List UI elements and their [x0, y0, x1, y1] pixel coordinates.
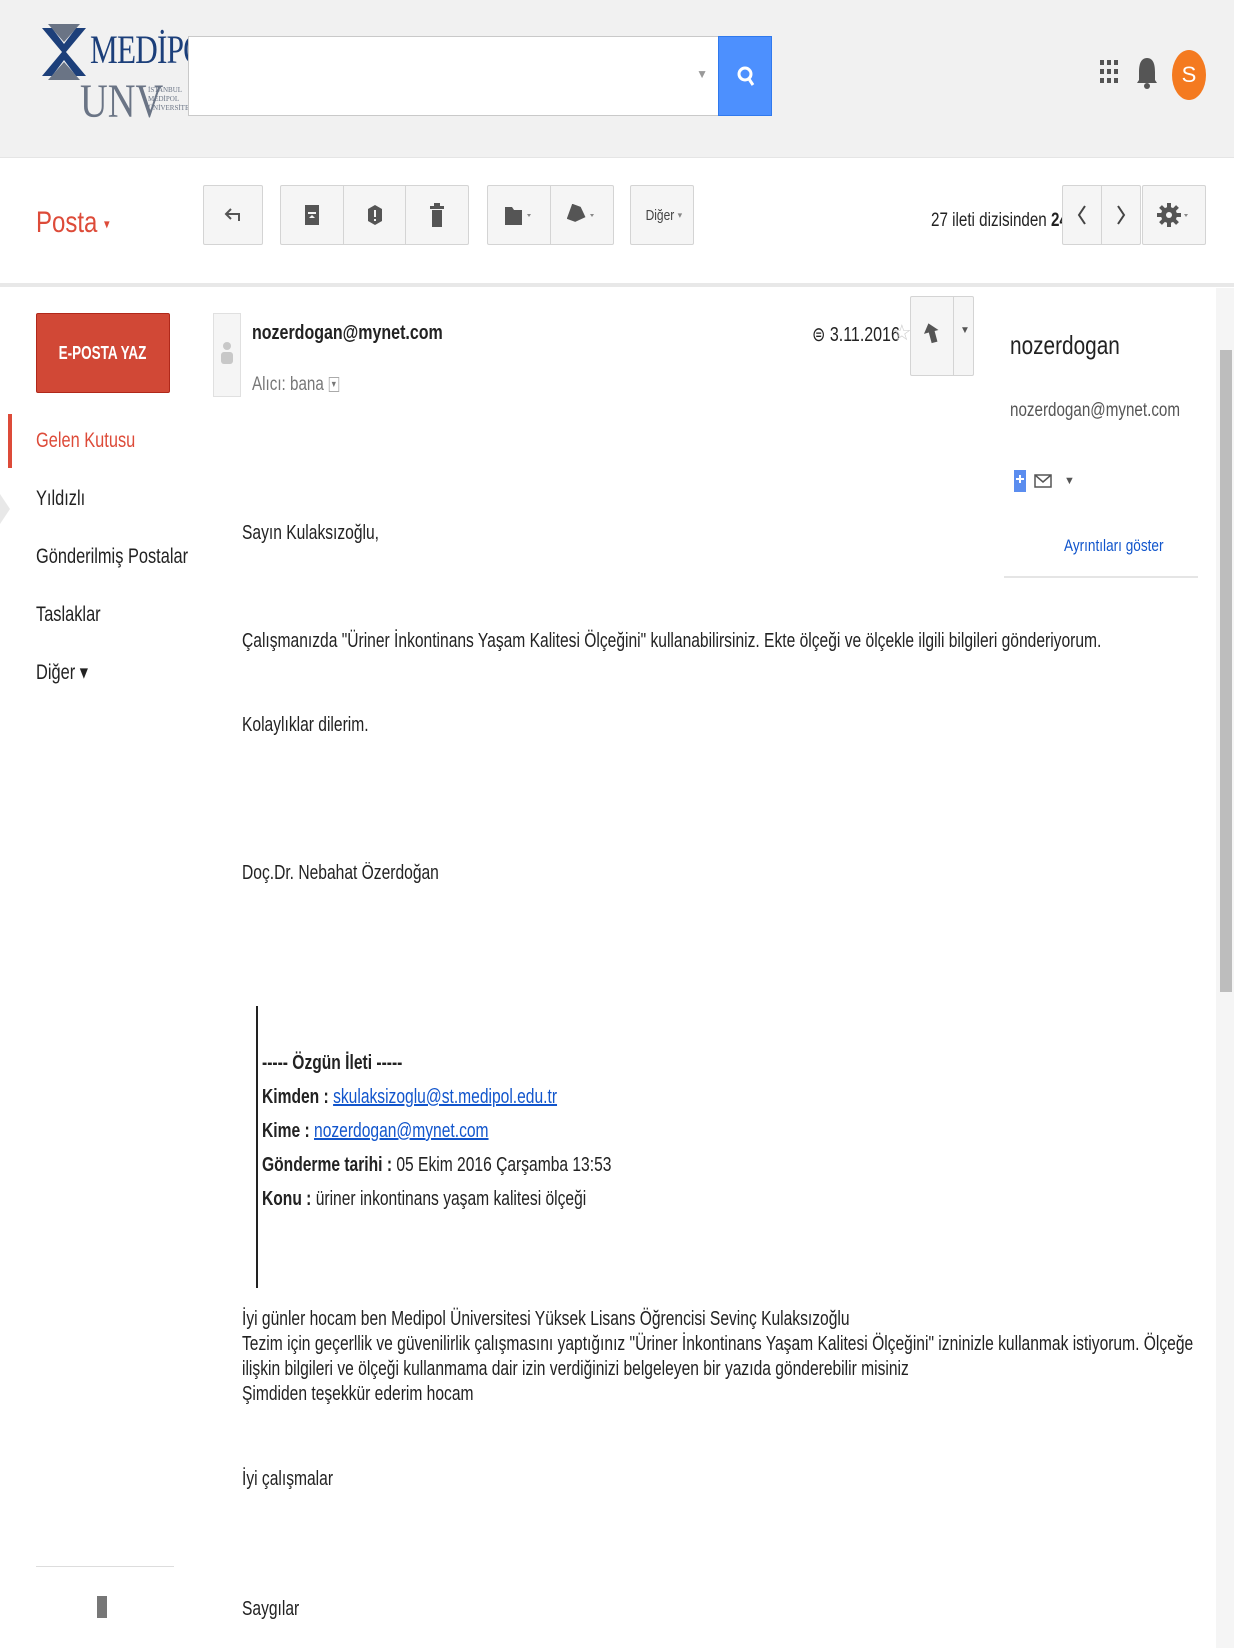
logo-subtitle: İSTANBUL MEDİPOL ÜNİVERSİTESİ [148, 86, 196, 112]
reply-button[interactable]: ▼ [910, 296, 974, 376]
quoted-to-link[interactable]: nozerdogan@mynet.com [314, 1120, 489, 1142]
body-paragraph-1: Çalışmanızda "Üriner İnkontinans Yaşam K… [242, 630, 1102, 652]
show-details-link[interactable]: Ayrıntıları göster [1064, 536, 1164, 556]
report-spam-button[interactable] [343, 185, 406, 245]
medipol-emblem-icon [42, 24, 86, 80]
sidebar-divider [36, 1566, 174, 1567]
recipient-details-dropdown-icon[interactable]: ▼ [328, 377, 340, 393]
search-icon [737, 66, 755, 86]
sidebar-item-sent[interactable]: Gönderilmiş Postalar [0, 528, 190, 586]
contact-name: nozerdogan [1010, 330, 1120, 360]
chevron-left-icon [1077, 205, 1086, 225]
contact-email: nozerdogan@mynet.com [1010, 400, 1181, 421]
message-date: ⊜ 3.11.2016 [812, 324, 900, 346]
message-toolbar: Posta ▾ Diğer ▾ 27 ileti dizisinden [0, 159, 1234, 287]
chevron-right-icon [1117, 205, 1126, 225]
original-line-1: İyi günler hocam ben Medipol Üniversites… [242, 1308, 850, 1330]
contact-options-chevron-icon[interactable]: ▼ [1064, 475, 1075, 487]
mail-menu[interactable]: Posta ▾ [36, 206, 110, 240]
labels-button[interactable] [550, 185, 614, 245]
quoted-title: ----- Özgün İleti ----- [262, 1052, 403, 1074]
chevron-down-icon: ▾ [677, 209, 683, 220]
person-silhouette-icon [221, 342, 233, 364]
google-plus-icon[interactable] [1014, 470, 1026, 492]
label-tag-icon [567, 204, 594, 222]
compose-button[interactable]: E-POSTA YAZ [36, 313, 170, 393]
quoted-subject: Konu : üriner inkontinans yaşam kalitesi… [262, 1188, 587, 1210]
search-box: ▼ [188, 36, 718, 116]
email-envelope-icon[interactable] [1034, 473, 1052, 489]
recipient-line: Alıcı: bana ▼ [252, 374, 340, 395]
move-to-button[interactable] [487, 185, 551, 245]
contact-actions: ▼ [1014, 470, 1075, 492]
mail-menu-label: Posta [36, 206, 98, 239]
more-actions-button[interactable]: Diğer ▾ [630, 185, 694, 245]
sender-avatar [213, 313, 241, 397]
quoted-from-link[interactable]: skulaksizoglu@st.medipol.edu.tr [333, 1086, 557, 1108]
archive-icon [305, 205, 319, 225]
delete-trash-icon [430, 203, 444, 227]
hangouts-icon[interactable] [97, 1596, 107, 1618]
search-button[interactable] [718, 36, 772, 116]
back-arrow-icon [224, 208, 240, 221]
star-icon[interactable]: ☆ [892, 320, 912, 346]
medipol-logo[interactable]: MEDİPOL UNV İSTANBUL MEDİPOL ÜNİVERSİTES… [38, 22, 224, 140]
sidebar-item-inbox[interactable]: Gelen Kutusu [0, 412, 190, 470]
sidebar-item-more[interactable]: Diğer ▾ [0, 644, 190, 702]
back-to-inbox-button[interactable] [203, 185, 263, 245]
quoted-from: Kimden : skulaksizoglu@st.medipol.edu.tr [262, 1086, 558, 1108]
search-options-caret-icon[interactable]: ▼ [696, 67, 708, 81]
notification-bell-icon[interactable] [1136, 56, 1158, 90]
report-spam-icon [367, 205, 382, 225]
original-line-2: Tezim için geçerllik ve güvenilirlik çal… [242, 1333, 1194, 1355]
original-line-4: Şimdiden teşekkür ederim hocam [242, 1383, 474, 1405]
sidebar-item-starred[interactable]: Yıldızlı [0, 470, 190, 528]
chevron-down-icon: ▾ [104, 215, 110, 232]
account-avatar[interactable]: S [1172, 50, 1206, 100]
apps-grid-icon[interactable] [1100, 60, 1120, 86]
settings-gear-icon [1157, 203, 1188, 227]
contact-divider [1004, 576, 1198, 578]
reply-options-chevron-icon[interactable]: ▼ [960, 325, 970, 336]
sidebar-nav: Gelen Kutusu Yıldızlı Gönderilmiş Postal… [0, 412, 190, 702]
more-actions-label: Diğer [645, 206, 675, 224]
pagination-counter: 27 ileti dizisinden 24. [931, 210, 1072, 231]
sender-email[interactable]: nozerdogan@mynet.com [252, 322, 443, 345]
body-paragraph-2: Kolaylıklar dilerim. [242, 714, 369, 736]
reply-arrow-icon [923, 323, 939, 344]
sidebar-item-drafts[interactable]: Taslaklar [0, 586, 190, 644]
settings-button[interactable] [1142, 185, 1206, 245]
newer-button[interactable] [1101, 185, 1141, 245]
folder-move-icon [505, 207, 531, 225]
original-line-3: ilişkin bilgileri ve ölçeği kullanmama d… [242, 1358, 909, 1380]
quoted-sent: Gönderme tarihi : 05 Ekim 2016 Çarşamba … [262, 1154, 612, 1176]
scrollbar-thumb[interactable] [1220, 350, 1232, 992]
greeting: Sayın Kulaksızoğlu, [242, 522, 380, 544]
quote-bar [256, 1006, 258, 1288]
delete-button[interactable] [405, 185, 469, 245]
search-input[interactable] [189, 37, 679, 115]
closing-2: Saygılar [242, 1598, 300, 1620]
top-header: MEDİPOL UNV İSTANBUL MEDİPOL ÜNİVERSİTES… [0, 0, 1234, 158]
attachment-icon: ⊜ [812, 324, 826, 346]
older-button[interactable] [1062, 185, 1102, 245]
closing-1: İyi çalışmalar [242, 1468, 334, 1490]
archive-button[interactable] [280, 185, 344, 245]
signature: Doç.Dr. Nebahat Özerdoğan [242, 862, 439, 884]
quoted-to: Kime : nozerdogan@mynet.com [262, 1120, 489, 1142]
